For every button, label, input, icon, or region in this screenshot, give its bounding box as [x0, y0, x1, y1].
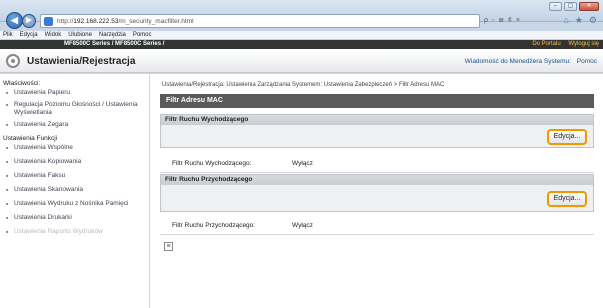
favorites-icon[interactable]: ★	[575, 15, 583, 26]
browser-toolbar-icons: ⌂ ★ ⚙	[563, 15, 597, 26]
help-link[interactable]: Pomoc	[577, 58, 597, 65]
sidebar-item-memory-print[interactable]: Ustawienia Wydruku z Nośnika Pamięci	[0, 200, 149, 208]
settings-gear-icon[interactable]: ⚙	[589, 15, 597, 26]
section-header-title: Filtr Adresu MAC	[166, 97, 223, 104]
page-title: Ustawienia/Rejestracja	[27, 56, 136, 67]
close-button[interactable]: ✕	[579, 2, 599, 11]
sidebar-item-scan[interactable]: Ustawienia Skanowania	[0, 186, 149, 194]
outgoing-edit-button[interactable]: Edycja...	[547, 129, 587, 145]
sidebar-group-functions[interactable]: Ustawienia Funkcji	[0, 133, 149, 144]
sidebar-item-report[interactable]: Ustawienia Raportu Wydruków	[0, 228, 149, 236]
window-controls: – ▢ ✕	[549, 2, 599, 11]
address-bar[interactable]: http://192.168.222.53/m_security_macfilt…	[40, 14, 480, 28]
message-to-admin-link[interactable]: Wiadomość do Menedżera Systemu:	[465, 58, 571, 65]
forward-icon[interactable]: ▶	[22, 14, 36, 28]
header-links: Wiadomość do Menedżera Systemu: Pomoc	[461, 58, 597, 65]
maximize-button[interactable]: ▢	[564, 2, 577, 11]
outgoing-filter-label: Filtr Ruchu Wychodzącego:	[172, 160, 252, 167]
incoming-filter-value: Wyłącz	[292, 222, 313, 229]
incoming-filter-title: Filtr Ruchu Przychodzącego	[161, 175, 593, 185]
menu-file[interactable]: Plik	[3, 31, 13, 40]
outgoing-filter-section: Filtr Ruchu Wychodzącego Edycja...	[160, 114, 594, 148]
incoming-filter-section: Filtr Ruchu Przychodzącego Edycja...	[160, 174, 594, 212]
portal-link[interactable]: Do Portalu	[532, 41, 560, 47]
menu-tools[interactable]: Narzędzia	[99, 31, 126, 40]
content-area: Właściwości: Ustawienia Papieru Regulacj…	[0, 74, 603, 308]
outgoing-filter-title: Filtr Ruchu Wychodzącego	[161, 115, 593, 125]
sidebar-item-fax[interactable]: Ustawienia Faksu	[0, 172, 149, 180]
menu-edit[interactable]: Edycja	[20, 31, 38, 40]
browser-menubar: Plik Edycja Widok Ulubione Narzędzia Pom…	[0, 31, 603, 40]
menu-help[interactable]: Pomoc	[133, 31, 152, 40]
app-top-bar: MF8500C Series / MF8500C Series / Do Por…	[0, 40, 603, 49]
outgoing-filter-value: Wyłącz	[292, 160, 313, 167]
outgoing-filter-row: Filtr Ruchu Wychodzącego: Wyłącz	[172, 160, 313, 167]
home-icon[interactable]: ⌂	[563, 15, 568, 26]
sidebar-item-clock[interactable]: Ustawienia Zegara	[0, 121, 149, 129]
divider	[160, 234, 594, 235]
page-top-icon[interactable]: ≡	[164, 242, 173, 251]
sidebar-group-properties[interactable]: Właściwości:	[0, 78, 149, 89]
sidebar-item-copy[interactable]: Ustawienia Kopiowania	[0, 158, 149, 166]
minimize-button[interactable]: –	[549, 2, 562, 11]
back-icon[interactable]: ◀	[6, 12, 23, 29]
incoming-filter-row: Filtr Ruchu Przychodzącego: Wyłącz	[172, 222, 313, 229]
url-text: http://192.168.222.53/m_security_macfilt…	[57, 18, 194, 25]
settings-icon	[6, 54, 20, 68]
site-icon	[44, 17, 53, 26]
address-tools[interactable]: ρ - ≣ ¢ ×	[484, 16, 521, 24]
menu-favorites[interactable]: Ulubione	[68, 31, 92, 40]
sidebar-item-common[interactable]: Ustawienia Wspólne	[0, 144, 149, 152]
breadcrumb: Ustawienia/Rejestracja: Ustawienia Zarzą…	[162, 82, 445, 88]
main-panel: Ustawienia/Rejestracja: Ustawienia Zarzą…	[156, 74, 598, 308]
logout-link[interactable]: Wyloguj się	[568, 41, 599, 47]
sidebar: Właściwości: Ustawienia Papieru Regulacj…	[0, 74, 150, 308]
section-header: Filtr Adresu MAC	[160, 94, 594, 108]
menu-view[interactable]: Widok	[45, 31, 62, 40]
model-name: MF8500C Series / MF8500C Series /	[64, 41, 165, 47]
incoming-edit-button[interactable]: Edycja...	[547, 191, 587, 207]
sidebar-item-printer[interactable]: Ustawienia Drukarki	[0, 214, 149, 222]
sidebar-item-paper[interactable]: Ustawienia Papieru	[0, 89, 149, 97]
app-header: Ustawienia/Rejestracja Wiadomość do Mene…	[0, 49, 603, 73]
incoming-filter-label: Filtr Ruchu Przychodzącego:	[172, 222, 256, 229]
top-links: Do Portalu Wyloguj się	[526, 41, 599, 47]
browser-nav-row: ◀ ▶ http://192.168.222.53/m_security_mac…	[0, 12, 603, 30]
sidebar-item-volume-display[interactable]: Regulacja Poziomu Głośności / Ustawienia…	[0, 101, 149, 117]
divider	[160, 172, 594, 173]
